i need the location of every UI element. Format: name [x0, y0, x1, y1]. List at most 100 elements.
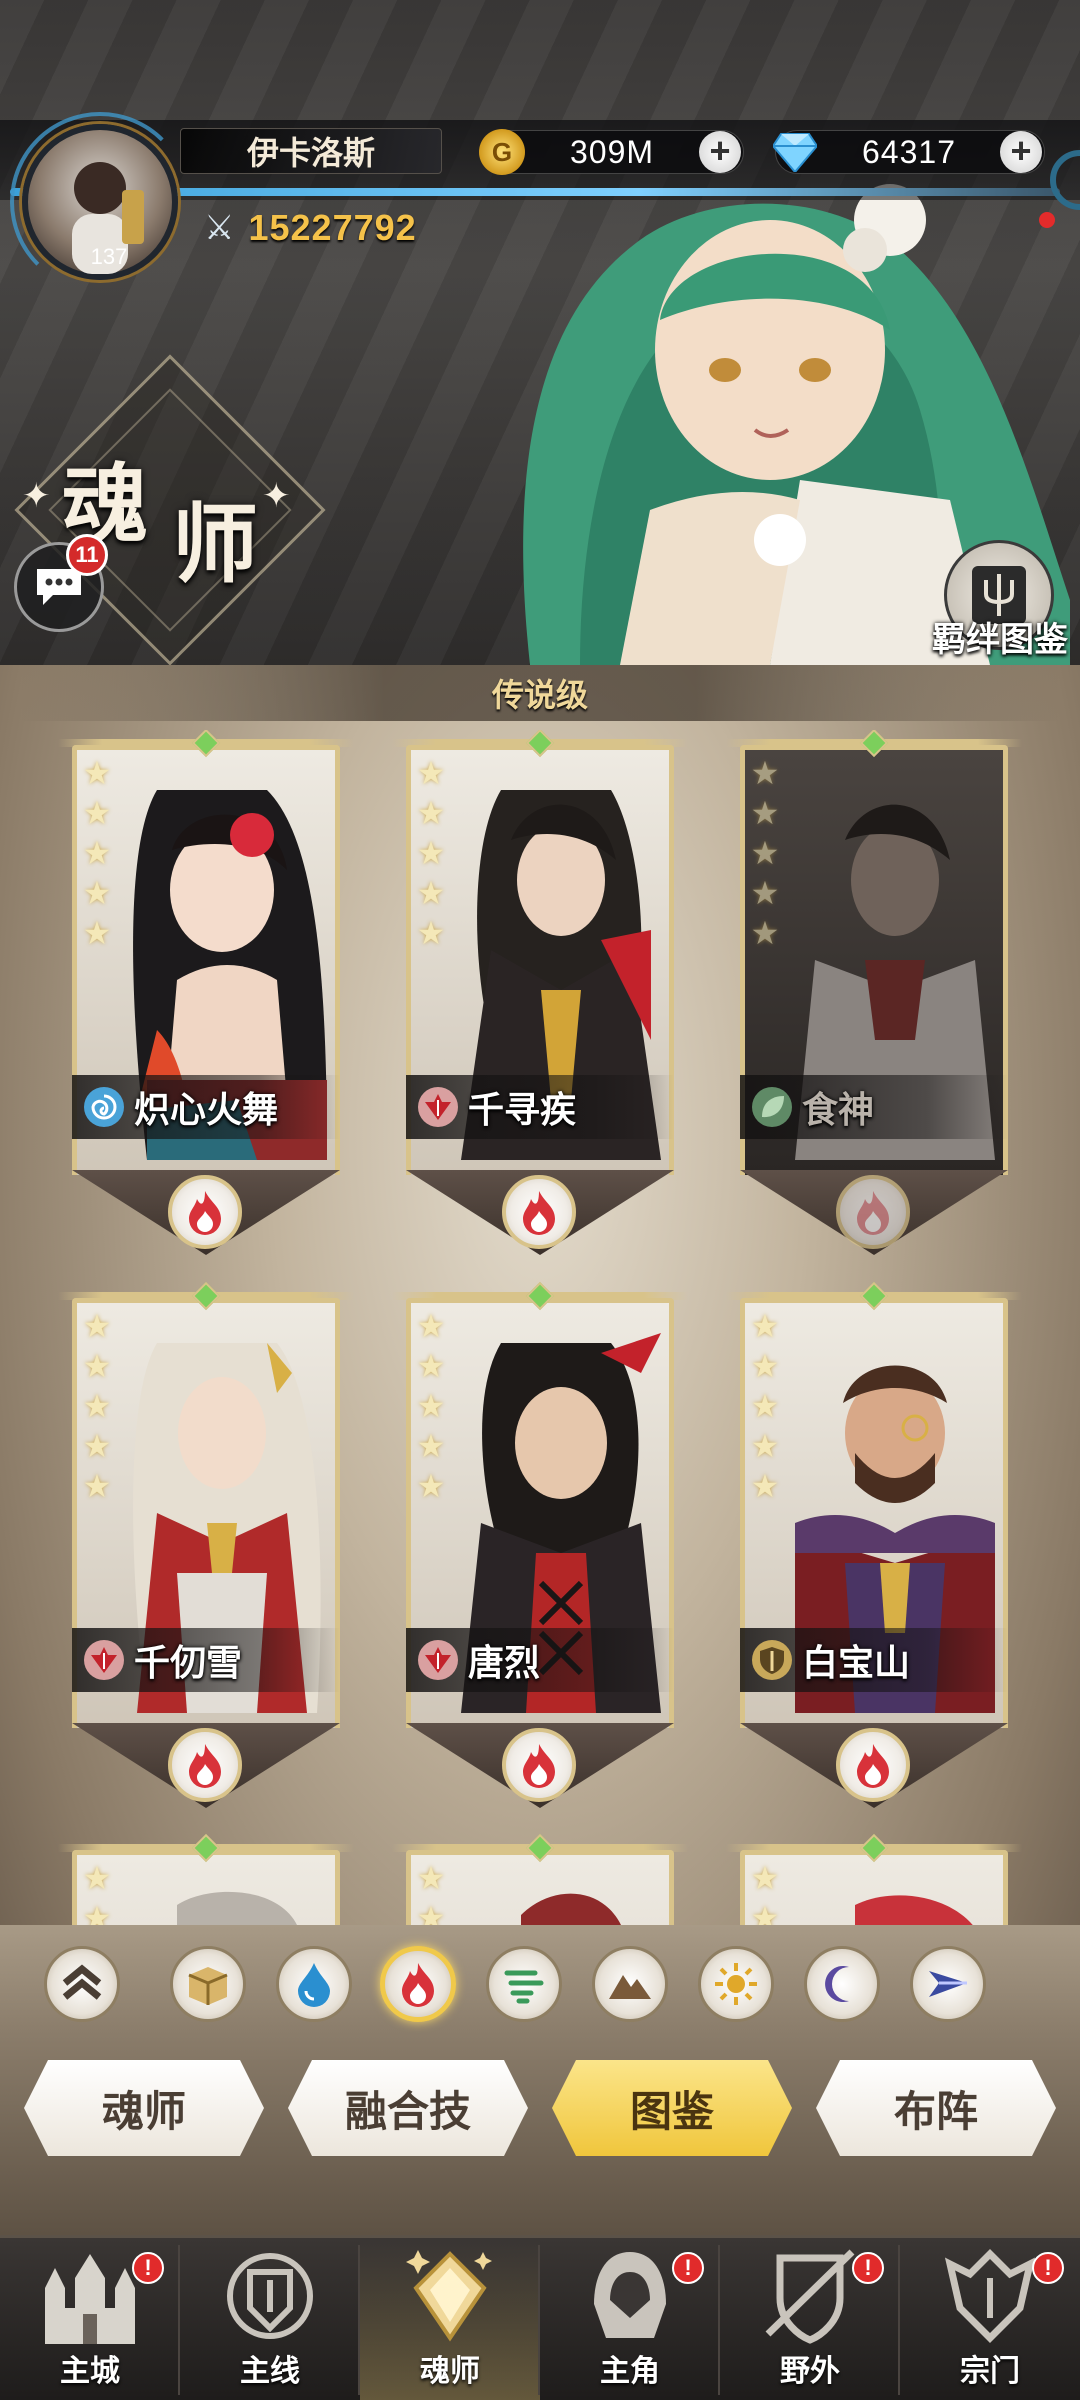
story-emblem-icon — [215, 2246, 325, 2346]
alert-badge: ! — [672, 2252, 704, 2284]
hero-portrait — [521, 1893, 621, 1925]
star-icon: ★ — [416, 1347, 446, 1385]
sword-icon — [418, 1640, 458, 1680]
star-icon: ★ — [82, 1347, 112, 1385]
alert-badge: ! — [132, 2252, 164, 2284]
nav-label: 魂师 — [420, 2354, 480, 2389]
hero-card[interactable]: ★ ★ ★ ★ ★ 千寻疾 — [392, 730, 688, 1260]
light-filter[interactable] — [698, 1946, 774, 2022]
box-filter[interactable] — [170, 1946, 246, 2022]
hero-card-partial[interactable]: ★ ★ — [392, 1833, 688, 1925]
fire-filter[interactable] — [380, 1946, 456, 2022]
star-rating: ★ ★ ★ ★ ★ — [746, 1308, 784, 1504]
nav-main-story[interactable]: 主线 — [180, 2240, 360, 2400]
earth-filter[interactable] — [592, 1946, 668, 2022]
castle-icon — [35, 2246, 145, 2346]
star-icon: ★ — [82, 874, 112, 912]
star-icon: ★ — [82, 1859, 112, 1897]
soul-master-emblem-icon — [395, 2246, 505, 2346]
star-rating: ★ ★ — [412, 1860, 450, 1925]
rank-up-filter[interactable] — [44, 1946, 120, 2022]
hero-portrait — [855, 1895, 973, 1925]
hero-card-partial[interactable]: ★ ★ — [726, 1833, 1022, 1925]
gem-value: 64317 — [862, 133, 956, 170]
gold-value: 309M — [569, 133, 655, 170]
arrow-filter[interactable] — [910, 1946, 986, 2022]
hero-name: 白宝山 — [802, 1643, 911, 1684]
fire-element-badge — [836, 1728, 910, 1802]
sparkle-icon: ✦ — [262, 476, 291, 516]
nav-wilderness[interactable]: 野外 ! — [720, 2240, 900, 2400]
diamond-icon — [772, 129, 818, 175]
tier-header: 传说级 — [20, 665, 1060, 721]
fire-icon — [523, 1191, 555, 1235]
gem-counter: 64317 + — [772, 129, 1045, 175]
hero-card[interactable]: ★ ★ ★ ★ ★ 千仞雪 — [58, 1281, 354, 1813]
tier-label: 传说级 — [491, 676, 588, 714]
gold-coin-icon: G — [479, 129, 525, 175]
star-icon: ★ — [750, 1427, 780, 1465]
sect-crest-icon — [935, 2246, 1045, 2346]
hero-card[interactable]: ★ ★ ★ ★ ★ 白宝山 — [726, 1281, 1022, 1813]
hero-name-strip: 唐烈 — [406, 1628, 674, 1692]
wind-icon — [504, 1970, 544, 2004]
star-icon: ★ — [750, 794, 780, 832]
star-icon: ★ — [416, 834, 446, 872]
hero-name-strip: 炽心火舞 — [72, 1075, 340, 1139]
nav-soul-master[interactable]: 魂师 — [360, 2240, 540, 2400]
wind-filter[interactable] — [486, 1946, 562, 2022]
hero-name-strip: 千寻疾 — [406, 1075, 674, 1139]
star-icon: ★ — [416, 914, 446, 952]
hero-card-partial[interactable]: ★ ★ — [58, 1833, 354, 1925]
star-icon: ★ — [416, 874, 446, 912]
star-icon: ★ — [750, 1347, 780, 1385]
fire-element-badge — [168, 1728, 242, 1802]
hero-card-grid: ★ ★ ★ ★ ★ 炽心火舞 ★ ★ ★ ★ ★ 千寻疾 ★ ★ ★ ★ ★ 食… — [0, 730, 1080, 1925]
dark-icon — [825, 1966, 849, 2002]
nav-protagonist[interactable]: 主角 ! — [540, 2240, 720, 2400]
hero-card[interactable]: ★ ★ ★ ★ ★ 炽心火舞 — [58, 730, 354, 1260]
add-gems-button[interactable]: + — [1000, 131, 1042, 173]
hero-card-locked[interactable]: ★ ★ ★ ★ ★ 食神 — [726, 730, 1022, 1260]
tab-formation[interactable]: 布阵 — [816, 2060, 1056, 2156]
nav-sect[interactable]: 宗门 ! — [900, 2240, 1080, 2400]
star-icon: ★ — [750, 1387, 780, 1425]
hero-portrait — [177, 1891, 297, 1925]
fire-icon — [857, 1191, 889, 1235]
nav-main-city[interactable]: 主城 ! — [0, 2240, 180, 2400]
arrow-icon — [929, 1971, 967, 1997]
light-icon — [715, 1963, 757, 2005]
fire-element-badge — [502, 1175, 576, 1249]
nav-label: 宗门 — [960, 2354, 1020, 2389]
tab-fusion-skill[interactable]: 融合技 — [288, 2060, 528, 2156]
star-icon: ★ — [82, 1307, 112, 1345]
hero-name: 千仞雪 — [134, 1643, 243, 1684]
hero-name-strip: 千仞雪 — [72, 1628, 340, 1692]
star-rating: ★ ★ ★ ★ ★ — [78, 755, 116, 951]
nav-label: 主城 — [60, 2354, 120, 2389]
dark-filter[interactable] — [804, 1946, 880, 2022]
star-icon: ★ — [82, 914, 112, 952]
fire-icon — [402, 1963, 434, 2007]
star-icon: ★ — [416, 794, 446, 832]
star-icon: ★ — [82, 754, 112, 792]
hooded-figure-icon — [575, 2246, 685, 2346]
star-icon: ★ — [750, 874, 780, 912]
tab-soul-master[interactable]: 魂师 — [24, 2060, 264, 2156]
star-icon: ★ — [416, 1307, 446, 1345]
water-filter[interactable] — [276, 1946, 352, 2022]
player-name[interactable]: 伊卡洛斯 — [180, 128, 442, 174]
star-icon: ★ — [750, 914, 780, 952]
add-gold-button[interactable]: + — [699, 131, 741, 173]
star-icon: ★ — [82, 1899, 112, 1925]
star-rating: ★ ★ — [78, 1860, 116, 1925]
star-icon: ★ — [82, 1387, 112, 1425]
crossed-swords-icon: ⚔ — [204, 208, 235, 248]
hero-card[interactable]: ★ ★ ★ ★ ★ 唐烈 — [392, 1281, 688, 1813]
combat-power: ⚔ 15227792 — [204, 204, 417, 252]
star-rating: ★ ★ ★ ★ ★ — [412, 1308, 450, 1504]
tab-atlas[interactable]: 图鉴 — [552, 2060, 792, 2156]
sword-shield-icon — [755, 2246, 865, 2346]
star-icon: ★ — [416, 1859, 446, 1897]
water-icon — [298, 1963, 330, 2007]
